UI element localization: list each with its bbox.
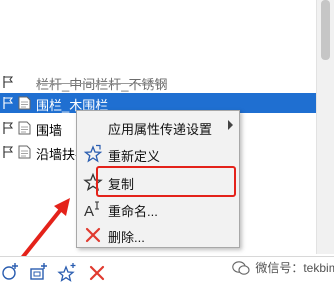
vertical-scrollbar[interactable] <box>316 0 334 254</box>
star-redefine-icon <box>83 144 103 163</box>
svg-text:A: A <box>84 203 94 219</box>
menu-item-label: 删除... <box>108 230 145 245</box>
wechat-icon <box>232 260 250 275</box>
flag-icon <box>3 97 14 109</box>
watermark-text: 微信号：tekbim <box>255 261 334 275</box>
highlight-box <box>96 166 236 197</box>
menu-item-rename[interactable]: A 重命名... <box>77 195 239 222</box>
menu-item-delete[interactable]: 删除... <box>77 221 239 248</box>
menu-item-redefine[interactable]: 重新定义 <box>77 140 239 167</box>
document-icon <box>18 96 31 110</box>
document-icon <box>18 121 31 135</box>
menu-item-label: 重命名... <box>108 204 158 219</box>
menu-item-label: 重新定义 <box>108 149 161 164</box>
tree-row-label: 围墙 <box>36 123 63 138</box>
add-folder-icon[interactable] <box>28 261 50 283</box>
delete-x-icon <box>85 227 101 243</box>
flag-icon <box>3 76 14 88</box>
document-icon <box>18 145 31 159</box>
tree-top-area <box>0 0 316 70</box>
add-star-icon[interactable] <box>57 261 79 283</box>
watermark: 微信号：tekbim <box>232 259 334 281</box>
delete-icon[interactable] <box>86 261 108 283</box>
menu-item-apply-property-transfer[interactable]: 应用属性传递设置 <box>77 113 239 140</box>
tree-row-label: 栏杆_中间栏杆_不锈钢 <box>36 74 168 93</box>
tree-row[interactable]: 栏杆_中间栏杆_不锈钢 <box>0 72 316 92</box>
add-circle-icon[interactable] <box>0 261 22 283</box>
rename-icon: A <box>84 201 99 219</box>
menu-item-label: 应用属性传递设置 <box>108 122 213 137</box>
submenu-arrow-icon <box>228 120 233 130</box>
flag-icon <box>3 146 14 158</box>
scrollbar-thumb[interactable] <box>321 0 330 60</box>
flag-icon <box>3 122 14 134</box>
